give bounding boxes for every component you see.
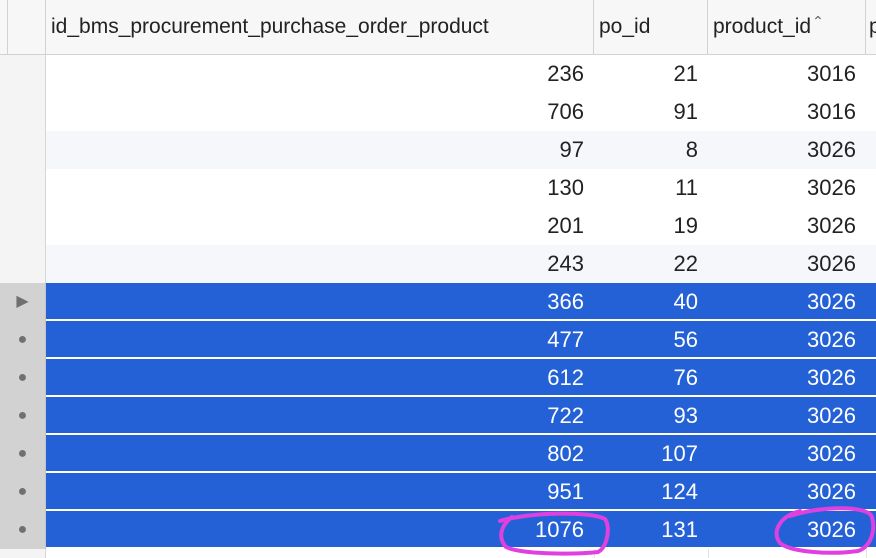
- table-cell[interactable]: 3026: [708, 283, 866, 321]
- row-marker: ▶: [0, 283, 46, 321]
- column-header-row: id_bms_procurement_purchase_order_produc…: [0, 0, 876, 55]
- table-cell[interactable]: 76: [594, 359, 708, 397]
- table-row[interactable]: 97 8 3026: [0, 131, 876, 169]
- table-cell[interactable]: 3026: [708, 473, 866, 511]
- table-cell[interactable]: 3026: [708, 131, 866, 169]
- table-cell[interactable]: 8: [594, 131, 708, 169]
- row-marker: ●: [0, 473, 46, 511]
- row-marker: [0, 55, 46, 93]
- table-cell[interactable]: 124: [594, 473, 708, 511]
- header-corner-divider: [0, 0, 8, 54]
- table-row[interactable]: ● 1076 131 3026: [0, 511, 876, 549]
- table-cell[interactable]: 612: [46, 359, 594, 397]
- table-row[interactable]: ● 612 76 3026: [0, 359, 876, 397]
- column-header-label: p: [869, 15, 876, 38]
- column-header-product-id[interactable]: product_id⌃: [708, 0, 866, 54]
- table-row[interactable]: 201 19 3026: [0, 207, 876, 245]
- table-cell[interactable]: 3026: [708, 169, 866, 207]
- table-row[interactable]: ● 802 107 3026: [0, 435, 876, 473]
- table-cell[interactable]: 19: [594, 207, 708, 245]
- table-row[interactable]: ● 951 124 3026: [0, 473, 876, 511]
- table-cell[interactable]: 3026: [708, 321, 866, 359]
- table-row[interactable]: ▶ 366 40 3026: [0, 283, 876, 321]
- table-cell[interactable]: 1076: [46, 511, 594, 549]
- column-header-truncated[interactable]: p: [866, 0, 876, 54]
- row-marker: ●: [0, 435, 46, 473]
- table-cell[interactable]: 3016: [708, 55, 866, 93]
- table-cell[interactable]: 91: [594, 93, 708, 131]
- column-header-id[interactable]: id_bms_procurement_purchase_order_produc…: [46, 0, 594, 54]
- row-marker: [0, 245, 46, 283]
- table-cell[interactable]: 107: [594, 435, 708, 473]
- row-marker: [0, 207, 46, 245]
- table-row[interactable]: 243 22 3026: [0, 245, 876, 283]
- table-row[interactable]: 236 21 3016: [0, 55, 876, 93]
- table-cell[interactable]: 3026: [708, 207, 866, 245]
- row-marker: [0, 169, 46, 207]
- header-corner: [0, 0, 46, 54]
- table-row[interactable]: 130 11 3026: [0, 169, 876, 207]
- table-cell[interactable]: 40: [594, 283, 708, 321]
- table-cell[interactable]: 3026: [708, 511, 866, 549]
- table-cell[interactable]: 3026: [708, 359, 866, 397]
- table-row[interactable]: ● 722 93 3026: [0, 397, 876, 435]
- table-cell[interactable]: 97: [46, 131, 594, 169]
- row-marker: ●: [0, 511, 46, 549]
- table-cell[interactable]: 3016: [708, 93, 866, 131]
- table-cell[interactable]: 56: [594, 321, 708, 359]
- table-cell[interactable]: 722: [46, 397, 594, 435]
- table-row[interactable]: ● 477 56 3026: [0, 321, 876, 359]
- table-cell[interactable]: 22: [594, 245, 708, 283]
- row-marker: ●: [0, 397, 46, 435]
- column-header-label: po_id: [599, 15, 651, 38]
- table-cell[interactable]: 131: [594, 511, 708, 549]
- table-cell[interactable]: 3026: [708, 397, 866, 435]
- table-cell[interactable]: 3026: [708, 245, 866, 283]
- row-marker: [0, 93, 46, 131]
- table-cell[interactable]: 802: [46, 435, 594, 473]
- data-grid: id_bms_procurement_purchase_order_produc…: [0, 0, 876, 558]
- column-header-label: id_bms_procurement_purchase_order_produc…: [51, 15, 489, 38]
- row-marker: [0, 131, 46, 169]
- table-cell[interactable]: 130: [46, 169, 594, 207]
- row-marker: ●: [0, 321, 46, 359]
- table-cell[interactable]: 236: [46, 55, 594, 93]
- chevron-up-icon: ⌃: [812, 13, 824, 29]
- table-cell[interactable]: 951: [46, 473, 594, 511]
- column-header-label: product_id: [713, 15, 812, 38]
- table-row[interactable]: 706 91 3016: [0, 93, 876, 131]
- table-cell[interactable]: 243: [46, 245, 594, 283]
- column-header-po-id[interactable]: po_id: [594, 0, 708, 54]
- table-cell[interactable]: 3026: [708, 435, 866, 473]
- table-cell[interactable]: 11: [594, 169, 708, 207]
- table-cell[interactable]: 93: [594, 397, 708, 435]
- table-cell[interactable]: 706: [46, 93, 594, 131]
- table-cell[interactable]: 366: [46, 283, 594, 321]
- table-cell[interactable]: 201: [46, 207, 594, 245]
- row-marker: ●: [0, 359, 46, 397]
- table-cell[interactable]: 477: [46, 321, 594, 359]
- table-cell[interactable]: 21: [594, 55, 708, 93]
